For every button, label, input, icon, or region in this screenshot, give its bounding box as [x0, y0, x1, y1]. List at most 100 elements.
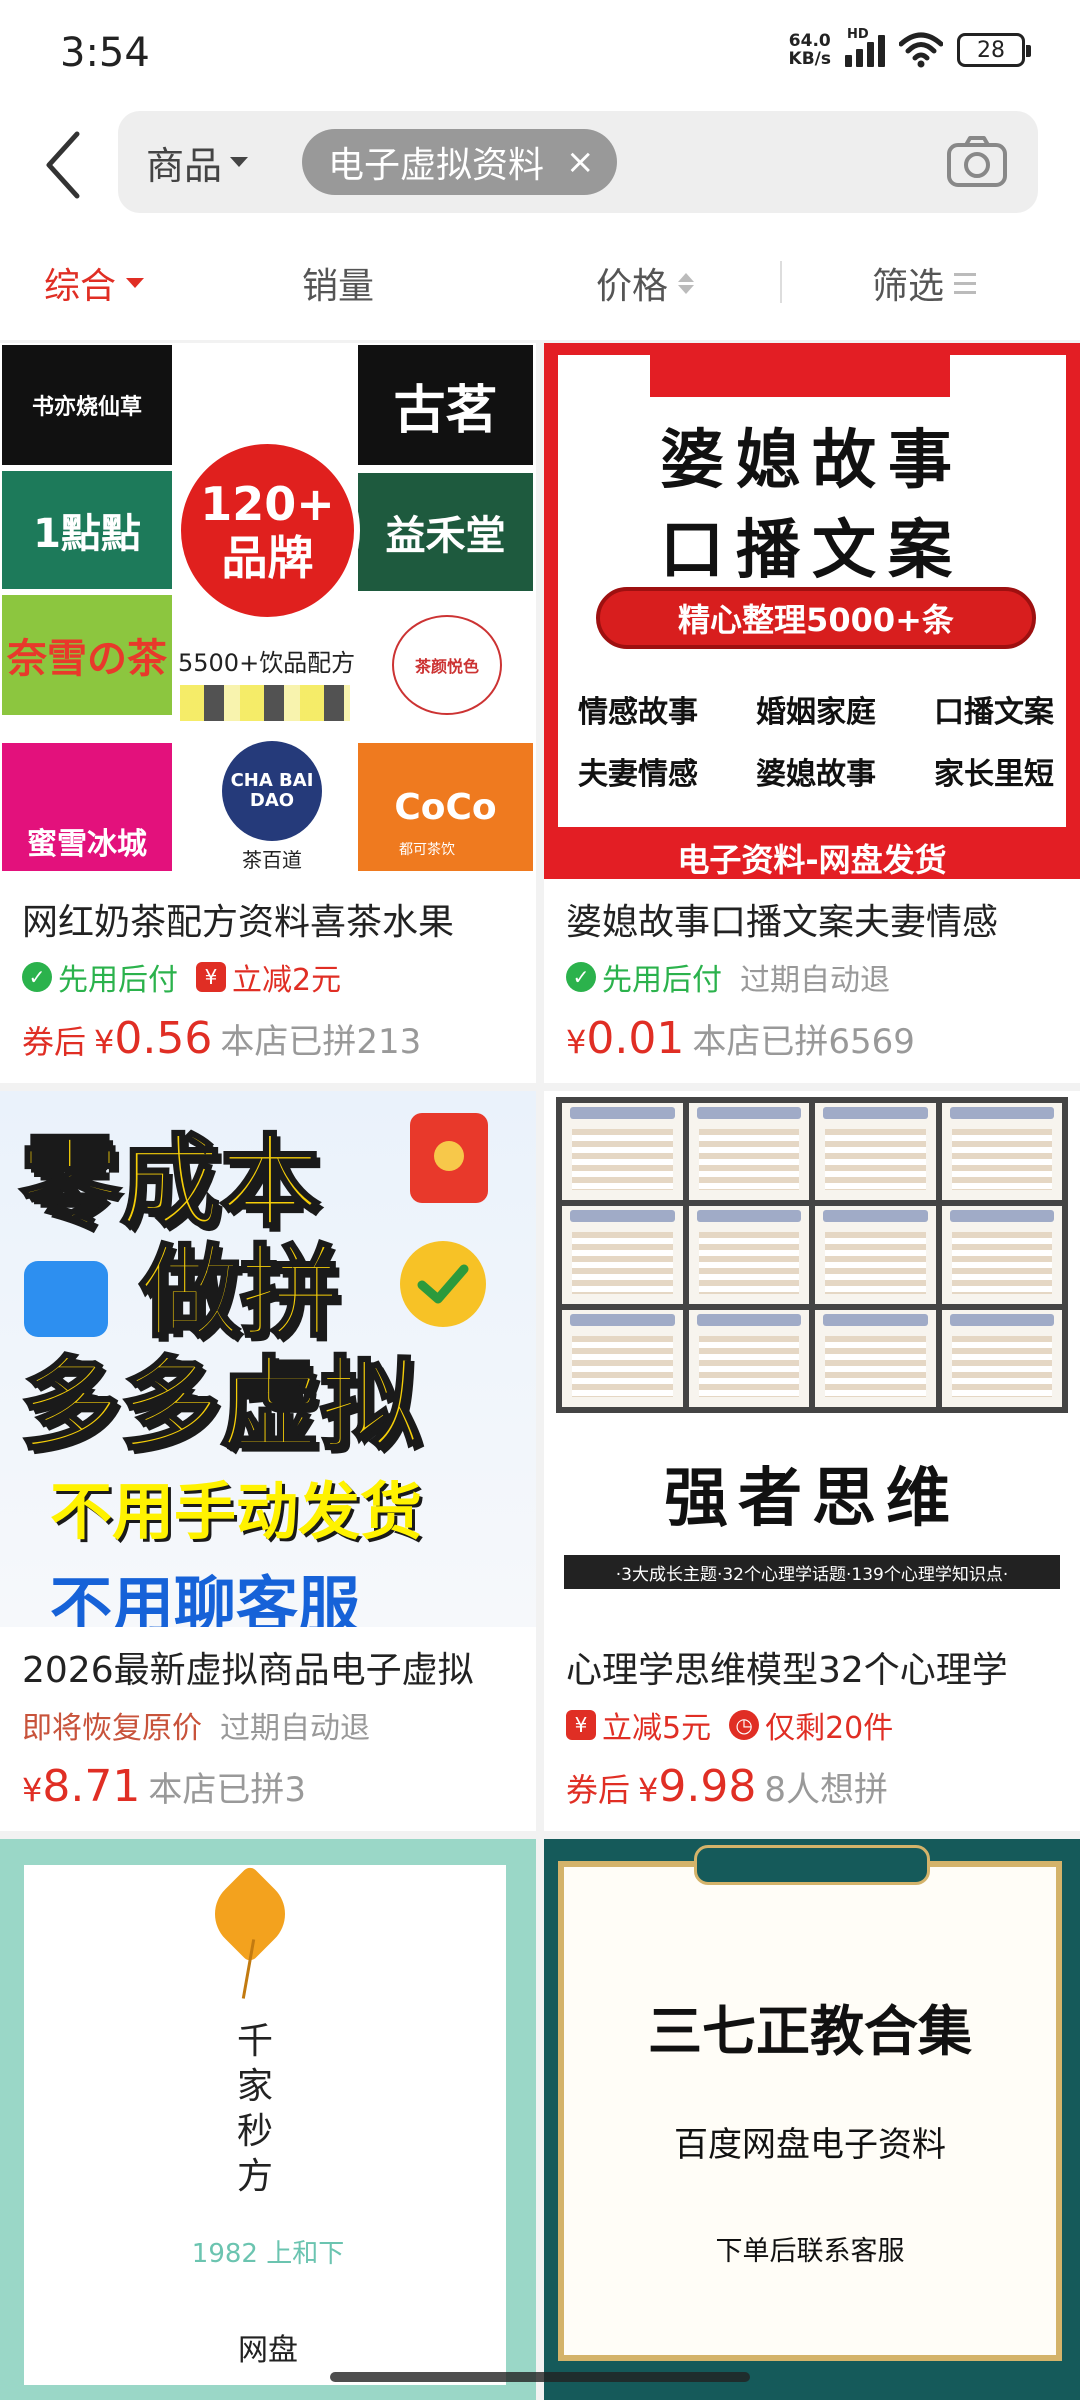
- sold-count: 本店已拼3: [148, 1770, 306, 1810]
- recipe-count-text: 5500+饮品配方: [178, 649, 356, 677]
- product-price: ¥0.01: [566, 1013, 685, 1064]
- discount-tag: ¥ 立减5元: [566, 1703, 711, 1747]
- brand-logo: CHA BAI DAO: [222, 741, 322, 841]
- network-type: HD: [847, 27, 869, 42]
- pay-later-tag: ✓ 先用后付: [22, 955, 178, 999]
- brand-logo: 书亦烧仙草: [2, 345, 172, 465]
- poster-frame: 三七正教合集 百度网盘电子资料 下单后联系客服: [558, 1861, 1062, 2361]
- filter-icon: [954, 272, 977, 294]
- caret-down-icon: [230, 157, 249, 167]
- product-card[interactable]: 书亦烧仙草 1點點 奈雪の茶 蜜雪冰城 古茗 益禾堂 CHA BAI DAO 茶…: [0, 343, 536, 1083]
- chevron-left-icon: [46, 131, 80, 199]
- badge-number: 120+: [200, 476, 335, 531]
- signal-icon: HD: [845, 27, 885, 67]
- search-keyword: 电子虚拟资料: [328, 145, 545, 186]
- product-image[interactable]: 书亦烧仙草 1點點 奈雪の茶 蜜雪冰城 古茗 益禾堂 CHA BAI DAO 茶…: [0, 343, 536, 879]
- sort-comprehensive[interactable]: 综合: [44, 255, 145, 311]
- search-keyword-chip[interactable]: 电子虚拟资料 ×: [302, 129, 617, 195]
- clear-keyword-icon[interactable]: ×: [566, 142, 595, 182]
- home-indicator[interactable]: [330, 2372, 750, 2382]
- poster-subtitle: 不用聊客服: [50, 1569, 361, 1627]
- product-title[interactable]: 心理学思维模型32个心理学: [566, 1641, 1066, 1693]
- brand-logo: 1點點: [2, 471, 172, 589]
- status-icons: 64.0 KB/s HD 28: [789, 27, 1031, 68]
- tag-label: 仅剩20件: [765, 1711, 894, 1746]
- brand-count-badge: 120+ 品牌: [175, 438, 360, 623]
- sold-count: 本店已拼6569: [692, 1022, 915, 1062]
- tag-label: 立减5元: [602, 1711, 712, 1746]
- camera-icon[interactable]: [946, 135, 1008, 189]
- product-title[interactable]: 婆媳故事口播文案夫妻情感: [566, 893, 1066, 945]
- product-card[interactable]: 强者思维 ·3大成长主题·32个心理学话题·139个心理学知识点· 心理学思维模…: [544, 1091, 1080, 1831]
- battery-icon: 28: [957, 33, 1031, 67]
- product-card[interactable]: 零成本 做拼 多多虚拟 不用手动发货 不用聊客服 2026最新虚拟商品电子虚拟 …: [0, 1091, 536, 1831]
- product-price: ¥0.56: [94, 1013, 213, 1064]
- infographic-grid: [556, 1097, 1068, 1413]
- poster-title: 婆媳故事: [660, 424, 964, 498]
- search-scope-label: 商品: [146, 143, 223, 188]
- wish-count: 8人想拼: [764, 1770, 888, 1810]
- sort-sales[interactable]: 销量: [302, 255, 374, 311]
- brand-logo: 蜜雪冰城: [2, 743, 172, 871]
- back-button[interactable]: [28, 123, 98, 207]
- book-subtitle: 1982 上和下: [191, 2239, 345, 2269]
- status-time: 3:54: [60, 30, 150, 76]
- product-image[interactable]: 三七正教合集 百度网盘电子资料 下单后联系客服: [544, 1839, 1080, 2400]
- brand-logo: 奈雪の茶: [2, 595, 172, 715]
- poster-row: 夫妻情感 婆媳故事 家长里短: [578, 757, 1054, 792]
- coupon-label: 券后: [566, 1771, 631, 1809]
- search-box[interactable]: 商品 电子虚拟资料 ×: [118, 111, 1038, 213]
- refund-tag: 过期自动退: [220, 1711, 370, 1746]
- brand-label: 茶百道: [242, 847, 302, 872]
- product-card[interactable]: 三七正教合集 百度网盘电子资料 下单后联系客服: [544, 1839, 1080, 2400]
- coupon-icon: ¥: [566, 1710, 596, 1740]
- search-scope-dropdown[interactable]: 商品: [146, 133, 249, 191]
- divider: [780, 261, 782, 303]
- tag-label: 先用后付: [58, 963, 178, 998]
- brand-logo: 古茗: [358, 345, 533, 465]
- poster-subtitle: ·3大成长主题·32个心理学话题·139个心理学知识点·: [564, 1555, 1060, 1589]
- poster: 婆媳故事 口播文案 精心整理5000+条 情感故事 婚姻家庭 口播文案 夫妻情感 婆媳…: [554, 351, 1070, 831]
- network-speed-unit: KB/s: [788, 49, 831, 69]
- product-image[interactable]: 千 家 秒 方 1982 上和下 网盘: [0, 1839, 536, 2400]
- product-price: ¥9.98: [638, 1761, 757, 1812]
- mosaic-block: [180, 685, 350, 721]
- coupon-icon: ¥: [196, 962, 226, 992]
- network-speed: 64.0 KB/s: [789, 32, 831, 68]
- sort-filter[interactable]: 筛选: [872, 255, 977, 311]
- product-card[interactable]: 婆媳故事 口播文案 精心整理5000+条 情感故事 婚姻家庭 口播文案 夫妻情感 婆媳…: [544, 343, 1080, 1083]
- badge-label: 品牌: [221, 530, 314, 585]
- brand-logo: 益禾堂: [358, 473, 533, 591]
- sort-sales-label: 销量: [302, 266, 375, 307]
- book-footer: 网盘: [238, 2333, 298, 2368]
- poster-row: 情感故事 婚姻家庭 口播文案: [578, 695, 1054, 730]
- poster-pill: 精心整理5000+条: [596, 587, 1036, 649]
- poster-ornament: [694, 1845, 930, 1885]
- book-title: 千 家 秒 方: [236, 2021, 273, 2197]
- product-price: ¥8.71: [22, 1761, 141, 1812]
- poster-title: 多多虚拟: [19, 1345, 422, 1465]
- network-speed-value: 64.0: [788, 31, 831, 51]
- product-tags: ✓ 先用后付 过期自动退: [566, 955, 890, 999]
- status-bar: 3:54 64.0 KB/s HD 28: [0, 0, 1080, 105]
- sort-bar: 综合 销量 价格 筛选: [0, 225, 1080, 340]
- poster-title: 三七正教合集: [648, 2000, 972, 2063]
- product-title[interactable]: 2026最新虚拟商品电子虚拟: [22, 1641, 522, 1693]
- pay-later-icon: ✓: [22, 962, 52, 992]
- sort-price[interactable]: 价格: [596, 255, 695, 311]
- brand-logo: 茶颜悦色: [392, 615, 502, 715]
- product-card[interactable]: 千 家 秒 方 1982 上和下 网盘: [0, 1839, 536, 2400]
- product-image[interactable]: 婆媳故事 口播文案 精心整理5000+条 情感故事 婚姻家庭 口播文案 夫妻情感 婆媳…: [544, 343, 1080, 879]
- price-row: 券后 ¥0.56 本店已拼213: [22, 1013, 421, 1064]
- product-title[interactable]: 网红奶茶配方资料喜茶水果: [22, 893, 522, 945]
- caret-down-icon: [126, 278, 145, 288]
- stock-tag: ◷ 仅剩20件: [729, 1703, 893, 1747]
- price-restore-tag: 即将恢复原价: [22, 1711, 202, 1746]
- product-tags: ¥ 立减5元 ◷ 仅剩20件: [566, 1703, 893, 1747]
- product-image[interactable]: 强者思维 ·3大成长主题·32个心理学话题·139个心理学知识点·: [544, 1091, 1080, 1627]
- poster-title: 强者思维: [664, 1462, 960, 1536]
- product-image[interactable]: 零成本 做拼 多多虚拟 不用手动发货 不用聊客服: [0, 1091, 536, 1627]
- battery-level: 28: [977, 37, 1005, 63]
- product-tags: ✓ 先用后付 ¥ 立减2元: [22, 955, 341, 999]
- tag-label: 立减2元: [232, 963, 342, 998]
